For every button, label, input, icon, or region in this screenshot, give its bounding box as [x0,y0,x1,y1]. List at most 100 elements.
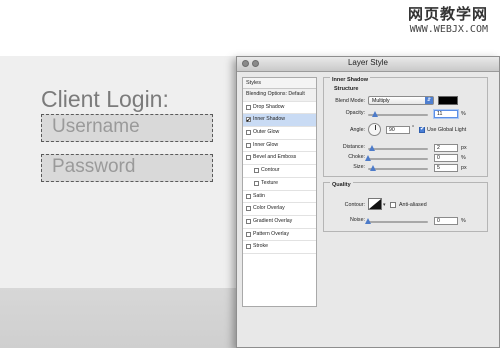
style-checkbox[interactable] [246,104,251,110]
noise-slider[interactable] [365,218,428,224]
noise-unit: % [461,218,466,224]
style-item-contour[interactable]: Contour [243,165,316,178]
chevron-up-down-icon: ⇵ [425,97,433,104]
username-placeholder: Username [52,116,140,137]
opacity-input[interactable]: 11 [434,110,458,118]
style-checkbox[interactable] [246,218,251,224]
style-item-pattern-overlay[interactable]: Pattern Overlay [243,229,316,242]
anti-aliased-checkbox[interactable] [390,202,396,208]
style-item-drop-shadow[interactable]: Drop Shadow [243,102,316,115]
username-field[interactable]: Username [41,114,213,142]
style-item-color-overlay[interactable]: Color Overlay [243,203,316,216]
style-item-outer-glow[interactable]: Outer Glow [243,127,316,140]
style-checkbox[interactable] [246,155,251,161]
size-label: Size: [353,164,365,170]
styles-list: Blending Options: Default Drop Shadow Inne… [243,89,316,254]
distance-unit: px [461,145,467,151]
chevron-down-icon[interactable]: ▾ [383,202,386,208]
style-item-inner-shadow[interactable]: Inner Shadow [243,114,316,127]
settings-empty-area [409,236,499,324]
quality-section: Quality Contour: ▾ Anti-aliased Noise: 0… [323,182,488,232]
size-slider-handle[interactable] [370,165,376,171]
choke-label: Choke: [348,154,365,160]
opacity-unit: % [461,111,466,117]
opacity-slider[interactable] [368,111,428,117]
watermark: 网页教学网 WWW.WEBJX.COM [408,6,488,36]
noise-input[interactable]: 0 [434,217,458,225]
opacity-slider-handle[interactable] [372,111,378,117]
style-settings-panel: Inner Shadow Structure Blend Mode: Multi… [323,77,496,305]
style-checkbox[interactable] [246,115,251,127]
style-item-label: Contour [261,167,280,174]
distance-label: Distance: [342,144,365,150]
anti-aliased-label: Anti-aliased [399,202,427,208]
choke-slider[interactable] [365,155,428,161]
blend-mode-label: Blend Mode: [335,98,365,104]
style-item-label: Color Overlay [253,205,285,212]
style-item-label: Inner Glow [253,141,279,148]
style-checkbox[interactable] [246,231,251,237]
distance-slider[interactable] [368,145,428,151]
choke-slider-handle[interactable] [365,155,371,161]
style-item-bevel-and-emboss[interactable]: Bevel and Emboss [243,152,316,166]
contour-label: Contour: [344,202,365,208]
style-checkbox[interactable] [246,130,251,136]
quality-title: Quality [330,182,353,188]
style-item-label: Blending Options: Default [246,91,305,97]
style-item-gradient-overlay[interactable]: Gradient Overlay [243,216,316,229]
login-title: Client Login: [41,86,169,112]
style-checkbox[interactable] [254,168,259,174]
style-checkbox[interactable] [246,244,251,250]
style-item-inner-glow[interactable]: Inner Glow [243,140,316,153]
choke-input[interactable]: 0 [434,154,458,162]
style-checkbox[interactable] [246,206,251,212]
blend-mode-value: Multiply [372,98,390,104]
style-checkbox[interactable] [246,142,251,148]
use-global-light-label: Use Global Light [427,127,467,133]
watermark-title: 网页教学网 [407,6,488,23]
blend-mode-select[interactable]: Multiply ⇵ [368,96,434,105]
shadow-color-swatch[interactable] [438,96,458,105]
size-slider[interactable] [368,165,428,171]
style-item-label: Stroke [253,243,268,250]
layer-style-dialog: Layer Style Styles Blending Options: Def… [236,56,500,348]
dialog-titlebar[interactable]: Layer Style [237,57,499,72]
structure-title: Structure [334,86,359,92]
noise-slider-handle[interactable] [365,218,371,224]
style-item-label: Drop Shadow [253,103,285,110]
style-item-blending-options-default[interactable]: Blending Options: Default [243,89,316,102]
angle-unit: ° [412,125,415,131]
password-field[interactable]: Password [41,154,213,182]
size-unit: px [461,165,467,171]
style-item-satin[interactable]: Satin [243,191,316,204]
style-item-stroke[interactable]: Stroke [243,241,316,254]
size-input[interactable]: 5 [434,164,458,172]
watermark-url: WWW.WEBJX.COM [409,24,488,35]
style-item-label: Inner Shadow [253,116,286,123]
contour-picker[interactable] [368,198,382,210]
styles-list-panel: Styles Blending Options: Default Drop Sha… [242,77,317,307]
distance-slider-handle[interactable] [369,145,375,151]
style-item-label: Outer Glow [253,129,280,136]
style-checkbox[interactable] [254,180,259,186]
angle-label: Angle: [349,127,365,133]
inner-shadow-section: Inner Shadow Structure Blend Mode: Multi… [323,77,488,177]
angle-input[interactable]: 90 [386,126,410,134]
distance-input[interactable]: 2 [434,144,458,152]
style-checkbox[interactable] [246,193,251,199]
style-item-label: Texture [261,179,279,186]
styles-header[interactable]: Styles [243,78,316,89]
style-item-label: Satin [253,192,265,199]
dialog-title: Layer Style [347,58,389,67]
inner-shadow-title: Inner Shadow [330,77,371,83]
opacity-label: Opacity: [345,110,365,116]
password-placeholder: Password [52,156,136,177]
style-item-label: Pattern Overlay [253,230,290,237]
style-item-label: Bevel and Emboss [253,154,297,161]
choke-unit: % [461,155,466,161]
use-global-light-checkbox[interactable] [419,125,425,133]
style-item-label: Gradient Overlay [253,217,293,224]
noise-label: Noise: [349,217,365,223]
style-item-texture[interactable]: Texture [243,178,316,191]
angle-dial[interactable] [368,123,381,136]
